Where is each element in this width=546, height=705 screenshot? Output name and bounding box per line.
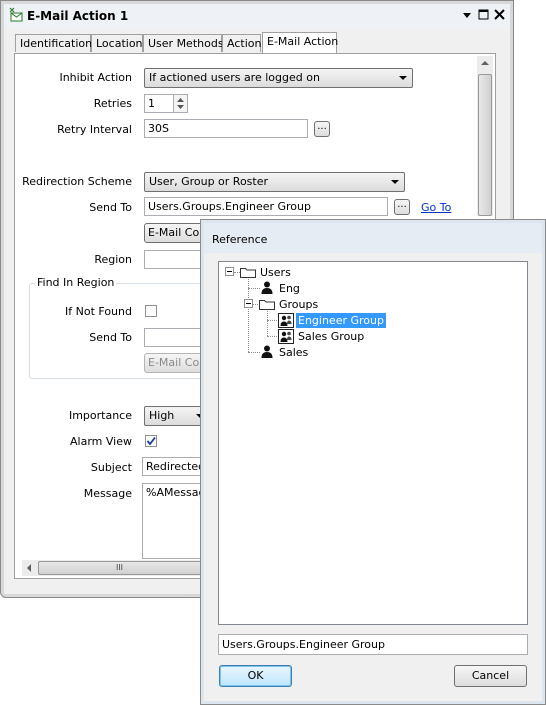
- cancel-button[interactable]: Cancel: [454, 665, 527, 687]
- chevron-down-icon: [391, 180, 399, 184]
- spin-arrows-icon: [177, 98, 184, 109]
- tree-line: [267, 336, 277, 337]
- group-icon: [278, 313, 294, 328]
- send-to-label: Send To: [89, 201, 132, 214]
- retry-interval-label: Retry Interval: [57, 123, 132, 136]
- importance-select[interactable]: High: [144, 406, 204, 426]
- tree-item-groups[interactable]: Groups: [279, 298, 318, 311]
- scroll-thumb[interactable]: [478, 74, 492, 216]
- vertical-scrollbar[interactable]: [477, 56, 493, 216]
- redirection-scheme-label: Redirection Scheme: [22, 175, 132, 188]
- send-to-browse-button[interactable]: ...: [394, 199, 410, 215]
- scroll-left-icon[interactable]: [22, 560, 36, 576]
- importance-label: Importance: [68, 409, 132, 422]
- collapse-icon[interactable]: [244, 299, 253, 308]
- retry-interval-browse-button[interactable]: ...: [314, 121, 330, 137]
- reference-path-field[interactable]: Users.Groups.Engineer Group: [218, 634, 528, 655]
- region-send-to-label: Send To: [89, 331, 132, 344]
- alarm-view-checkbox[interactable]: [145, 435, 157, 447]
- tab-user-methods[interactable]: User Methods: [143, 34, 224, 52]
- if-not-found-checkbox[interactable]: [145, 305, 157, 317]
- tab-action[interactable]: Action: [222, 34, 261, 52]
- inhibit-action-select[interactable]: If actioned users are logged on: [144, 68, 413, 88]
- importance-value: High: [149, 409, 175, 422]
- send-to-field[interactable]: Users.Groups.Engineer Group: [144, 197, 388, 216]
- collapse-icon[interactable]: [225, 267, 234, 276]
- folder-icon: [240, 268, 256, 278]
- tree-item-engineer-group[interactable]: Engineer Group: [296, 313, 386, 328]
- tab-email-action[interactable]: E-Mail Action: [262, 32, 338, 53]
- user-icon: [261, 281, 273, 294]
- retries-spinner[interactable]: [173, 94, 188, 113]
- tab-location[interactable]: Location: [91, 34, 143, 52]
- horizontal-scrollbar[interactable]: III: [22, 560, 200, 576]
- region-send-to-field[interactable]: [144, 328, 204, 347]
- subject-field[interactable]: Redirected: [142, 457, 204, 476]
- tree-line: [267, 311, 268, 336]
- inhibit-action-label: Inhibit Action: [59, 71, 132, 84]
- redirection-scheme-value: User, Group or Roster: [149, 175, 269, 188]
- folder-icon: [259, 300, 275, 310]
- maximize-icon[interactable]: [478, 9, 489, 20]
- find-in-region-title: Find In Region: [35, 276, 117, 289]
- close-icon[interactable]: [494, 9, 505, 20]
- region-label: Region: [94, 253, 132, 266]
- alarm-view-label: Alarm View: [70, 435, 132, 448]
- user-icon: [261, 345, 273, 358]
- retry-interval-field[interactable]: 30S: [144, 119, 308, 138]
- action-icon: [9, 7, 23, 22]
- tree-line: [267, 320, 277, 321]
- ok-button[interactable]: OK: [219, 665, 292, 687]
- go-to-link[interactable]: Go To: [421, 201, 451, 214]
- tree-item-sales[interactable]: Sales: [279, 346, 308, 359]
- tree-line: [248, 352, 260, 353]
- message-label: Message: [83, 487, 132, 500]
- email-contact-button[interactable]: E-Mail Cont: [144, 223, 204, 243]
- region-email-contact-button[interactable]: E-Mail Cont: [144, 353, 204, 373]
- dropdown-menu-icon[interactable]: [462, 10, 472, 20]
- group-icon: [278, 329, 294, 344]
- subject-label: Subject: [90, 461, 132, 474]
- scroll-thumb-horizontal[interactable]: III: [38, 561, 200, 575]
- message-field[interactable]: %AMessage: [142, 483, 204, 559]
- region-field[interactable]: [144, 250, 204, 269]
- inhibit-action-value: If actioned users are logged on: [149, 71, 320, 84]
- reference-title: Reference: [212, 233, 268, 246]
- tree-item-eng[interactable]: Eng: [279, 282, 300, 295]
- retries-label: Retries: [93, 97, 132, 110]
- tab-identification[interactable]: Identification: [15, 34, 92, 52]
- tree-item-sales-group[interactable]: Sales Group: [298, 330, 364, 343]
- tree-line: [248, 288, 260, 289]
- checkmark-icon: [146, 436, 156, 446]
- redirection-scheme-select[interactable]: User, Group or Roster: [144, 172, 405, 192]
- if-not-found-label: If Not Found: [65, 305, 132, 318]
- tree-item-users[interactable]: Users: [260, 266, 291, 279]
- window-title: E-Mail Action 1: [27, 9, 129, 23]
- chevron-down-icon: [399, 76, 407, 80]
- scroll-up-icon[interactable]: [477, 56, 493, 70]
- retries-field[interactable]: 1: [144, 94, 174, 113]
